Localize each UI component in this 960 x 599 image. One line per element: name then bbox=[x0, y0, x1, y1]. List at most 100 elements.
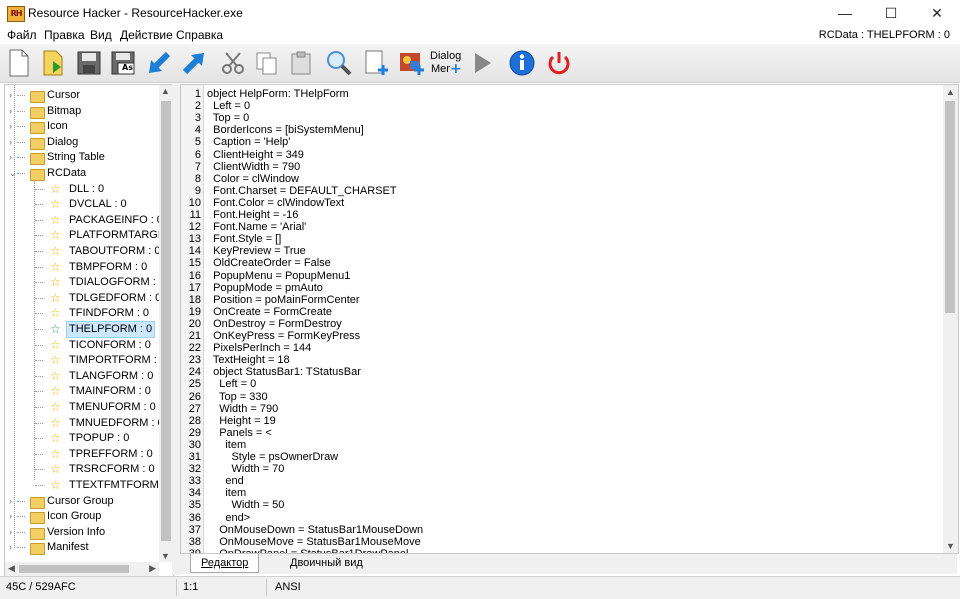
scroll-up-icon[interactable]: ▲ bbox=[161, 86, 170, 96]
new-file-button[interactable] bbox=[3, 47, 35, 79]
dialog-menu-editor-button[interactable]: Dialog Mer + bbox=[430, 47, 462, 79]
tree-node-bottom-0[interactable]: › Cursor Group bbox=[5, 494, 155, 509]
code-line[interactable]: TextHeight = 18 bbox=[207, 354, 290, 366]
tree-node-rcdata-item[interactable]: ☆ TDIALOGFORM : 0 bbox=[5, 275, 165, 290]
code-line[interactable]: OnDestroy = FormDestroy bbox=[207, 318, 342, 330]
tree-node-rcdata-item[interactable]: ☆ DVCLAL : 0 bbox=[5, 197, 159, 212]
menu-edit[interactable]: Правка bbox=[44, 28, 85, 42]
tree-node-rcdata-item[interactable]: ☆ THELPFORM : 0 bbox=[5, 321, 159, 338]
tree-hscroll-thumb[interactable] bbox=[19, 565, 129, 573]
tree-node-rcdata-item[interactable]: ☆ TRSRCFORM : 0 bbox=[5, 462, 159, 477]
tree-node-rcdata-item[interactable]: ☆ TDLGEDFORM : 0 bbox=[5, 291, 161, 306]
tree-node-top-1[interactable]: › Bitmap bbox=[5, 104, 155, 119]
close-button[interactable]: ✕ bbox=[914, 0, 960, 26]
code-line[interactable]: PopupMenu = PopupMenu1 bbox=[207, 270, 350, 282]
tree-node-top-0[interactable]: › Cursor bbox=[5, 88, 155, 103]
code-line[interactable]: Font.Name = 'Arial' bbox=[207, 221, 306, 233]
code-line[interactable]: Font.Charset = DEFAULT_CHARSET bbox=[207, 185, 397, 197]
cut-button[interactable] bbox=[217, 47, 249, 79]
code-line[interactable]: PopupMode = pmAuto bbox=[207, 282, 323, 294]
code-line[interactable]: PixelsPerInch = 144 bbox=[207, 342, 311, 354]
tab-binary-view[interactable]: Двоичный вид bbox=[280, 554, 373, 572]
tree-node-top-3[interactable]: › Dialog bbox=[5, 135, 155, 150]
code-line[interactable]: end> bbox=[207, 512, 250, 524]
scroll-up-icon[interactable]: ▲ bbox=[946, 87, 955, 97]
script-editor[interactable]: 1 object HelpForm: THelpForm 2 Left = 0 3 T… bbox=[180, 84, 959, 554]
code-line[interactable]: Style = psOwnerDraw bbox=[207, 451, 338, 463]
tree-node-bottom-1[interactable]: › Icon Group bbox=[5, 509, 155, 525]
menu-help[interactable]: Справка bbox=[176, 28, 223, 42]
tree-node-rcdata-item[interactable]: ☆ TFINDFORM : 0 bbox=[5, 306, 159, 321]
compile-button[interactable] bbox=[143, 47, 175, 79]
code-line[interactable]: Width = 50 bbox=[207, 499, 284, 511]
tree-node-rcdata-item[interactable]: ☆ TMENUFORM : 0 bbox=[5, 400, 159, 415]
code-line[interactable]: item bbox=[207, 487, 246, 499]
code-line[interactable]: KeyPreview = True bbox=[207, 245, 306, 257]
code-line[interactable]: Font.Style = [] bbox=[207, 233, 281, 245]
copy-button[interactable] bbox=[251, 47, 283, 79]
tree-node-bottom-2[interactable]: › Version Info bbox=[5, 525, 155, 540]
code-line[interactable]: end bbox=[207, 475, 243, 487]
open-file-button[interactable] bbox=[38, 47, 70, 79]
menu-view[interactable]: Вид bbox=[90, 28, 112, 42]
editor-scroll-thumb[interactable] bbox=[945, 101, 955, 313]
tree-node-rcdata-item[interactable]: ☆ TABOUTFORM : 0 bbox=[5, 244, 160, 259]
code-line[interactable]: Position = poMainFormCenter bbox=[207, 294, 359, 306]
tree-node-rcdata[interactable]: ⌄ RCData bbox=[5, 166, 155, 181]
code-line[interactable]: Color = clWindow bbox=[207, 173, 299, 185]
add-resource-button[interactable] bbox=[361, 47, 393, 79]
code-line[interactable]: object StatusBar1: TStatusBar bbox=[207, 366, 361, 378]
code-line[interactable]: Panels = < bbox=[207, 427, 272, 439]
code-line[interactable]: Top = 0 bbox=[207, 112, 249, 124]
tree-node-rcdata-item[interactable]: ☆ PACKAGEINFO : 0 bbox=[5, 213, 163, 228]
tree-node-bottom-3[interactable]: › Manifest bbox=[5, 540, 155, 556]
pane-splitter[interactable] bbox=[172, 84, 180, 575]
tree-node-rcdata-item[interactable]: ☆ TTEXTFMTFORM : bbox=[5, 478, 165, 493]
menu-action[interactable]: Действие bbox=[120, 28, 173, 42]
run-button[interactable] bbox=[466, 47, 498, 79]
tree-node-rcdata-item[interactable]: ☆ TMAINFORM : 0 bbox=[5, 384, 159, 399]
save-button[interactable] bbox=[73, 47, 105, 79]
add-image-button[interactable] bbox=[396, 47, 428, 79]
tree-node-rcdata-item[interactable]: ☆ TICONFORM : 0 bbox=[5, 338, 159, 353]
tree-horizontal-scrollbar[interactable]: ◀ ▶ bbox=[5, 562, 159, 576]
code-line[interactable]: object HelpForm: THelpForm bbox=[207, 88, 349, 100]
code-line[interactable]: item bbox=[207, 439, 246, 451]
menu-file[interactable]: Файл bbox=[7, 28, 37, 42]
code-line[interactable]: Left = 0 bbox=[207, 378, 256, 390]
code-line[interactable]: Width = 70 bbox=[207, 463, 284, 475]
tree-node-rcdata-item[interactable]: ☆ TPOPUP : 0 bbox=[5, 431, 159, 446]
code-line[interactable]: Font.Height = -16 bbox=[207, 209, 298, 221]
tab-editor[interactable]: Редактор bbox=[190, 554, 260, 573]
code-line[interactable]: Font.Color = clWindowText bbox=[207, 197, 344, 209]
tree-node-top-2[interactable]: › Icon bbox=[5, 119, 155, 135]
code-line[interactable]: OnCreate = FormCreate bbox=[207, 306, 332, 318]
code-line[interactable]: OldCreateOrder = False bbox=[207, 257, 331, 269]
code-line[interactable]: ClientHeight = 349 bbox=[207, 149, 304, 161]
editor-vertical-scrollbar[interactable]: ▲ ▼ bbox=[943, 85, 958, 553]
tree-scroll-thumb[interactable] bbox=[161, 101, 171, 541]
scroll-down-icon[interactable]: ▼ bbox=[946, 541, 955, 551]
code-line[interactable]: Top = 330 bbox=[207, 391, 268, 403]
code-line[interactable]: OnMouseDown = StatusBar1MouseDown bbox=[207, 524, 423, 536]
code-line[interactable]: Height = 19 bbox=[207, 415, 276, 427]
tree-node-top-4[interactable]: › String Table bbox=[5, 150, 155, 166]
run-script-button[interactable] bbox=[178, 47, 210, 79]
tree-node-rcdata-item[interactable]: ☆ TBMPFORM : 0 bbox=[5, 260, 159, 275]
minimize-button[interactable]: — bbox=[822, 0, 868, 26]
resource-tree[interactable]: › Cursor › Bitmap › Icon › Dialog › String Table … bbox=[4, 84, 174, 577]
about-button[interactable] bbox=[506, 47, 538, 79]
find-button[interactable] bbox=[323, 47, 355, 79]
scroll-down-icon[interactable]: ▼ bbox=[161, 551, 170, 561]
tree-vertical-scrollbar[interactable]: ▲ ▼ bbox=[159, 85, 173, 562]
code-line[interactable]: Left = 0 bbox=[207, 100, 250, 112]
exit-button[interactable] bbox=[543, 47, 575, 79]
tree-node-rcdata-item[interactable]: ☆ DLL : 0 bbox=[5, 182, 159, 197]
scroll-right-icon[interactable]: ▶ bbox=[149, 563, 156, 574]
save-as-button[interactable]: As bbox=[107, 47, 139, 79]
tree-node-rcdata-item[interactable]: ☆ TLANGFORM : 0 bbox=[5, 369, 159, 384]
paste-button[interactable] bbox=[285, 47, 317, 79]
code-line[interactable]: ClientWidth = 790 bbox=[207, 161, 300, 173]
maximize-button[interactable]: ☐ bbox=[868, 0, 914, 26]
tree-node-rcdata-item[interactable]: ☆ PLATFORMTARGET bbox=[5, 228, 172, 243]
